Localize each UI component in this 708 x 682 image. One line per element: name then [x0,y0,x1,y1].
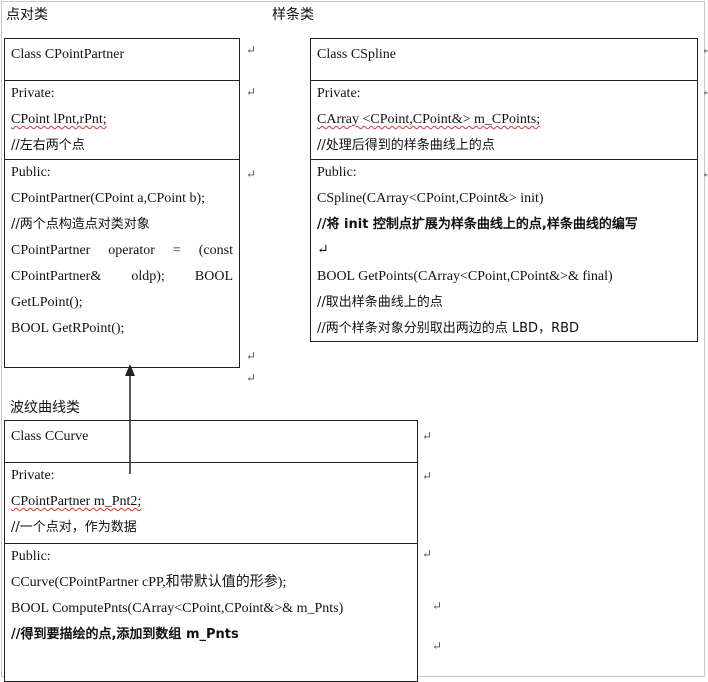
spline-class-title: 样条类 [272,7,314,23]
cpointpartner-ctor: CPointPartner(CPoint a,CPoint b); [11,191,206,206]
cspline-public-section: Public: CSpline(CArray<CPoint,CPoint&> i… [311,159,697,342]
cspline-lbd-comment: //两个样条对象分别取出两边的点 LBD，RBD [317,321,580,336]
curve-class-title: 波纹曲线类 [10,400,80,416]
cell-mark: ↵ [246,85,257,99]
para-mark: ↵ [432,599,443,613]
cell-mark: ↵ [422,429,433,443]
point-class-title: 点对类 [6,7,48,23]
cspline-header-section: Class CSpline [311,39,697,80]
association-arrow [125,364,135,474]
ccurve-header: Class CCurve [11,429,89,444]
cspline-get-points: BOOL GetPoints(CArray<CPoint,CPoint&>& f… [317,269,613,284]
cell-mark: ↵ [422,547,433,561]
ccurve-private-comment: //一个点对，作为数据 [11,520,137,535]
cpointpartner-private-comment: //左右两个点 [11,138,85,153]
cpointpartner-private-label: Private: [11,86,55,101]
cpointpartner-get-right: BOOL GetRPoint(); [11,321,125,336]
cpointpartner-operator: CPointPartner operator = (const CPointPa… [11,243,233,310]
cspline-class-box: Class CSpline Private: CArray <CPoint,CP… [310,38,698,342]
ccurve-private-field: CPointPartner m_Pnt2; [11,494,142,509]
ccurve-private-label: Private: [11,468,55,483]
cspline-private-label: Private: [317,86,361,101]
ccurve-compute-comment: //得到要描绘的点,添加到数组 m_Pnts [11,627,239,642]
cell-mark: ↵ [702,43,708,57]
cpointpartner-private-field: CPoint lPnt,rPnt; [11,112,107,127]
cspline-public-label: Public: [317,165,357,180]
cspline-header: Class CSpline [317,47,396,62]
cpointpartner-class-box: Class CPointPartner Private: CPoint lPnt… [4,38,240,368]
para-mark: ↵ [246,371,257,385]
para-mark: ↵ [246,349,257,363]
cpointpartner-header-section: Class CPointPartner [5,39,239,80]
ccurve-ctor: CCurve(CPointPartner cPP,和带默认值的形参); [11,575,287,590]
cpointpartner-public-section: Public: CPointPartner(CPoint a,CPoint b)… [5,159,239,342]
cspline-private-comment: //处理后得到的样条曲线上的点 [317,138,495,153]
cell-mark: ↵ [702,85,708,99]
cspline-private-field: CArray <CPoint,CPoint&> m_CPoints; [317,112,541,127]
cspline-para-mark: ↵ [317,243,329,258]
para-mark: ↵ [432,639,443,653]
cspline-ctor-comment: //将 init 控制点扩展为样条曲线上的点,样条曲线的编写 [317,217,638,232]
cpointpartner-public-label: Public: [11,165,51,180]
cell-mark: ↵ [246,167,257,181]
cpointpartner-private-section: Private: CPoint lPnt,rPnt; //左右两个点 [5,80,239,159]
arrow-head [125,364,135,376]
ccurve-class-box: Class CCurve Private: CPointPartner m_Pn… [4,420,418,682]
ccurve-private-section: Private: CPointPartner m_Pnt2; //一个点对，作为… [5,462,417,543]
ccurve-public-section: Public: CCurve(CPointPartner cPP,和带默认值的形… [5,543,417,648]
cspline-ctor: CSpline(CArray<CPoint,CPoint&> init) [317,191,544,206]
cspline-get-comment: //取出样条曲线上的点 [317,295,443,310]
cspline-private-section: Private: CArray <CPoint,CPoint&> m_CPoin… [311,80,697,159]
cpointpartner-ctor-comment: //两个点构造点对类对象 [11,217,150,232]
cpointpartner-header: Class CPointPartner [11,47,125,62]
cell-mark: ↵ [246,43,257,57]
ccurve-compute: BOOL ComputePnts(CArray<CPoint,CPoint&>&… [11,601,344,616]
cell-mark: ↵ [422,469,433,483]
cell-mark: ↵ [702,167,708,181]
ccurve-public-label: Public: [11,549,51,564]
ccurve-header-section: Class CCurve [5,421,417,462]
